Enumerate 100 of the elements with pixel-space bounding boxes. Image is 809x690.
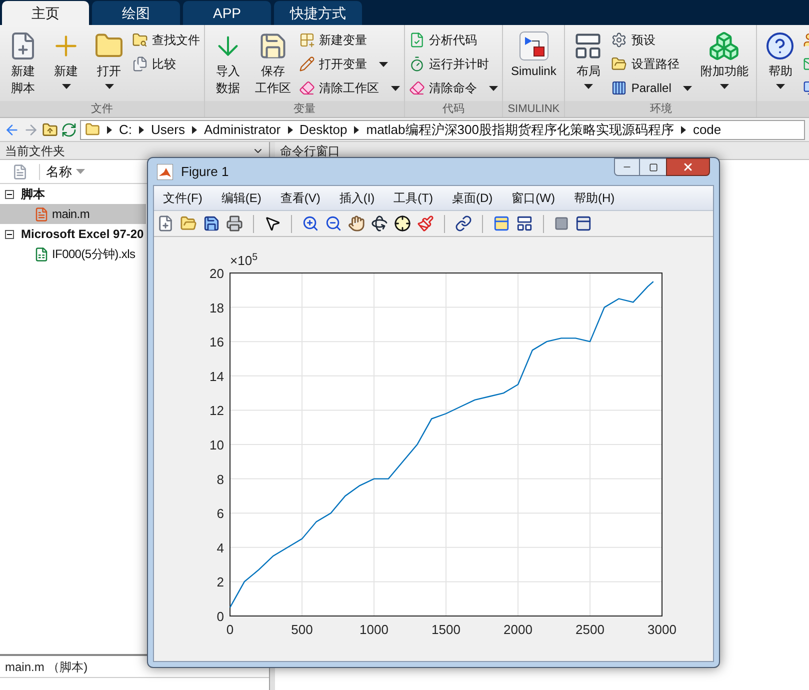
details-text: main.m （脚本) [5, 658, 88, 676]
y-tick-label: 20 [210, 266, 224, 281]
ribbon-tab[interactable]: 主页 [2, 1, 89, 25]
back-icon[interactable] [4, 122, 20, 138]
y-tick-label: 0 [216, 609, 224, 624]
file-row[interactable]: main.m [0, 204, 146, 224]
rotate-icon[interactable] [371, 215, 388, 232]
ribbon-button[interactable]: 新建 [46, 29, 86, 101]
collapse-icon[interactable] [5, 230, 14, 238]
y-tick-label: 14 [210, 368, 224, 384]
x-tick-label: 2500 [576, 622, 604, 637]
y-tick-label: 8 [216, 472, 224, 487]
ribbon-small-button[interactable]: Parallel [611, 79, 692, 97]
ribbon-small-button[interactable]: 查找文件 [132, 31, 200, 49]
hand-icon[interactable] [348, 215, 365, 232]
file-row[interactable]: IF000(5分钟).xls [0, 244, 146, 264]
x-tick-label: 3000 [648, 622, 676, 637]
menu-item[interactable]: 窗口(W) [512, 189, 555, 207]
legend-icon[interactable] [516, 215, 533, 232]
ribbon-tab[interactable]: APP [183, 1, 271, 25]
ribbon-small-button[interactable]: 分析代码 [409, 31, 498, 49]
cubes-icon [708, 30, 740, 62]
new-page-icon[interactable] [157, 215, 174, 232]
path-segment[interactable]: C: [119, 120, 132, 138]
panel-title: 当前文件夹 [5, 142, 65, 160]
menu-item[interactable]: 桌面(D) [452, 189, 493, 207]
axis-exponent: ×10$^{5}$ [230, 251, 258, 270]
brush-icon[interactable] [417, 215, 434, 232]
menu-item[interactable]: 查看(V) [280, 189, 320, 207]
file-name: main.m [52, 206, 90, 223]
colorbar-icon[interactable] [493, 215, 510, 232]
address-field[interactable]: C: Users Administrator Desktop matlab编程沪深300股指期货程序化策略实现源码程序 code [80, 120, 805, 140]
file-icon [12, 164, 28, 180]
ribbon-small-button[interactable]: 设置路径 [611, 55, 692, 73]
printer-icon[interactable] [226, 215, 243, 232]
ribbon-small-button[interactable]: 比较 [132, 55, 200, 73]
zoom-in-icon[interactable] [302, 215, 319, 232]
separator-icon [107, 126, 112, 134]
ribbon-button[interactable]: 打开 [90, 29, 128, 101]
ribbon-button[interactable]: 新建 脚本 [4, 29, 42, 101]
group-label: SIMULINK [503, 101, 564, 117]
separator-icon [354, 126, 360, 134]
pointer-icon[interactable] [264, 215, 281, 232]
maximize-button[interactable] [640, 158, 666, 176]
menu-item[interactable]: 工具(T) [394, 189, 433, 207]
minimize-button[interactable] [614, 158, 640, 176]
ribbon-small-button[interactable]: 运行并计时 [409, 55, 498, 73]
square-icon[interactable] [554, 216, 569, 231]
y-tick-label: 4 [216, 540, 224, 556]
ribbon-small-button[interactable]: 预设 [611, 31, 692, 49]
path-segment[interactable]: code [692, 120, 722, 138]
path-segment[interactable]: Users [151, 120, 185, 138]
path-segment[interactable]: Desktop [300, 120, 348, 138]
x-tick-label: 1000 [360, 622, 388, 637]
ribbon-button[interactable]: 布局 [569, 29, 608, 101]
ribbon-tab[interactable]: 绘图 [92, 1, 180, 25]
ribbon-button[interactable]: Simulink [507, 29, 560, 101]
close-button[interactable] [666, 158, 710, 176]
link-icon[interactable] [455, 215, 472, 232]
ribbon-small-button[interactable]: 新建变量 [299, 31, 400, 49]
separator-icon [288, 126, 293, 134]
ribbon-button[interactable]: 帮助 [761, 29, 800, 101]
menu-item[interactable]: 编辑(E) [221, 189, 262, 207]
path-segment[interactable]: Administrator [204, 120, 281, 138]
grid-save-icon [258, 31, 288, 61]
clock-icon [409, 56, 425, 72]
y-tick-label: 2 [216, 574, 224, 590]
y-tick-label: 6 [216, 506, 224, 522]
y-tick-label: 10 [210, 438, 224, 452]
data-cursor-icon[interactable] [394, 215, 411, 232]
page-check-icon [409, 32, 425, 48]
path-segment[interactable]: matlab编程沪深300股指期货程序化策略实现源码程序 [366, 120, 674, 138]
folder-up-icon[interactable] [42, 122, 58, 138]
separator-icon [139, 126, 144, 134]
zoom-out-icon[interactable] [325, 215, 342, 232]
help-icon [765, 31, 796, 61]
ribbon-small-button[interactable]: 清除工作区 [299, 79, 400, 97]
panel-icon[interactable] [575, 215, 592, 232]
window-title: Figure 1 [181, 162, 229, 181]
ribbon-tab[interactable]: 快捷方式 [274, 1, 362, 25]
grid-plus-icon [299, 32, 315, 48]
column-header[interactable]: 名称 [46, 162, 72, 182]
eraser-icon [299, 80, 315, 96]
ribbon-small-button[interactable]: 清除命令 [409, 79, 498, 97]
menu-item[interactable]: 帮助(H) [574, 189, 615, 207]
ribbon-button[interactable]: 导入 数据 [209, 29, 247, 101]
save-icon[interactable] [203, 215, 220, 232]
y-tick-label: 12 [210, 403, 224, 418]
matlab-logo-icon [157, 164, 173, 180]
collapse-icon[interactable] [5, 190, 14, 198]
folder-icon[interactable] [180, 215, 197, 232]
ribbon-button[interactable]: 附加功能 [696, 29, 752, 101]
browse-icon[interactable] [61, 122, 77, 138]
menu-item[interactable]: 插入(I) [339, 189, 375, 207]
menu-item[interactable]: 文件(F) [163, 189, 202, 207]
ribbon-small-button[interactable]: 打开变量 [299, 55, 400, 73]
folder-icon [85, 122, 100, 137]
ribbon-button[interactable]: 保存 工作区 [251, 29, 295, 101]
block-diagram-icon [518, 31, 549, 61]
y-tick-label: 18 [210, 300, 224, 316]
